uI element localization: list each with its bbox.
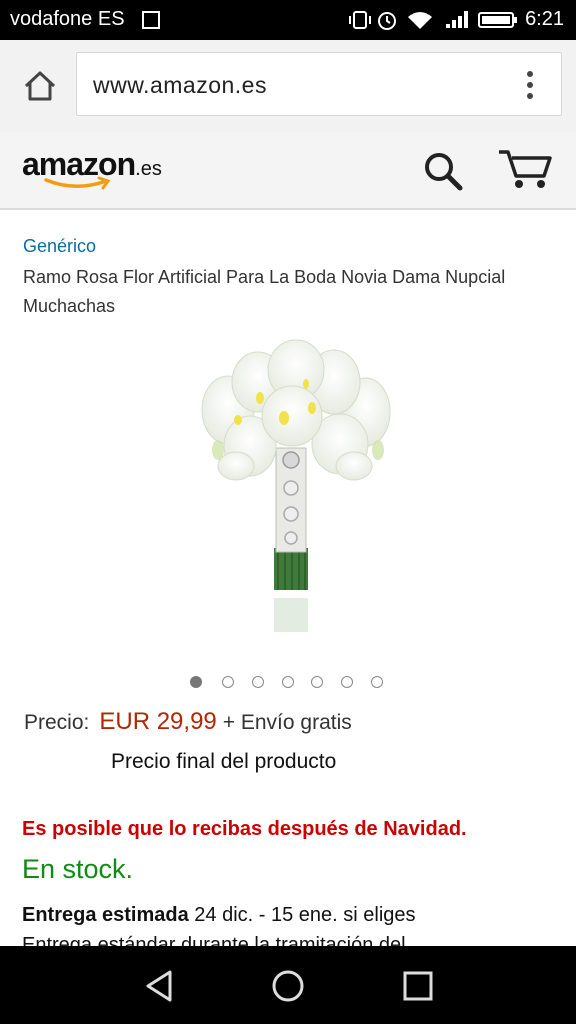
delivery-label: Entrega estimada bbox=[22, 904, 189, 926]
vibrate-icon bbox=[349, 11, 371, 29]
amazon-smile-icon bbox=[44, 176, 111, 190]
url-text[interactable]: www.amazon.es bbox=[93, 72, 267, 99]
battery-icon bbox=[478, 12, 517, 28]
pager-dot[interactable] bbox=[252, 676, 264, 688]
system-nav-bar bbox=[0, 946, 576, 1024]
back-icon[interactable] bbox=[142, 968, 178, 1004]
stock-status: En stock. bbox=[22, 854, 134, 884]
home-circle-icon[interactable] bbox=[270, 968, 306, 1004]
status-bar: vodafone ES 6:21 bbox=[0, 0, 576, 40]
home-icon[interactable] bbox=[20, 66, 60, 106]
brand-link[interactable]: Genérico bbox=[23, 236, 96, 257]
product-title: Ramo Rosa Flor Artificial Para La Boda N… bbox=[23, 267, 506, 316]
price-value: EUR 29,99 bbox=[99, 708, 217, 735]
pager-dot[interactable] bbox=[371, 676, 383, 688]
site-header: amazon.es bbox=[0, 132, 576, 210]
price-row: Precio: EUR 29,99 + Envío gratis bbox=[24, 708, 352, 736]
pager-dot[interactable] bbox=[282, 676, 294, 688]
price-label: Precio: bbox=[24, 711, 90, 734]
sim-icon bbox=[142, 11, 160, 29]
shipping-info: + Envío gratis bbox=[222, 711, 352, 734]
logo-tld: .es bbox=[135, 158, 162, 180]
pager-dot[interactable] bbox=[222, 676, 234, 688]
product-image[interactable] bbox=[188, 338, 410, 658]
delivery-dates: 24 dic. - 15 ene. si eliges bbox=[194, 904, 416, 926]
final-price-note: Precio final del producto bbox=[111, 750, 337, 773]
pager-dot[interactable] bbox=[341, 676, 353, 688]
alarm-icon bbox=[378, 12, 396, 30]
cart-icon[interactable] bbox=[496, 146, 556, 192]
delivery-warning: Es posible que lo recibas después de Nav… bbox=[22, 818, 467, 840]
url-field[interactable]: www.amazon.es bbox=[76, 52, 562, 116]
pager-dot[interactable] bbox=[311, 676, 323, 688]
search-icon[interactable] bbox=[420, 148, 466, 194]
recents-icon[interactable] bbox=[400, 968, 436, 1004]
carrier-name: vodafone ES bbox=[10, 8, 125, 30]
wifi-icon bbox=[408, 12, 432, 29]
more-vert-icon[interactable] bbox=[525, 71, 535, 101]
signal-icon bbox=[446, 11, 468, 28]
pager-dot[interactable] bbox=[190, 676, 202, 688]
browser-toolbar: www.amazon.es bbox=[0, 40, 576, 132]
clock: 6:21 bbox=[525, 8, 564, 30]
